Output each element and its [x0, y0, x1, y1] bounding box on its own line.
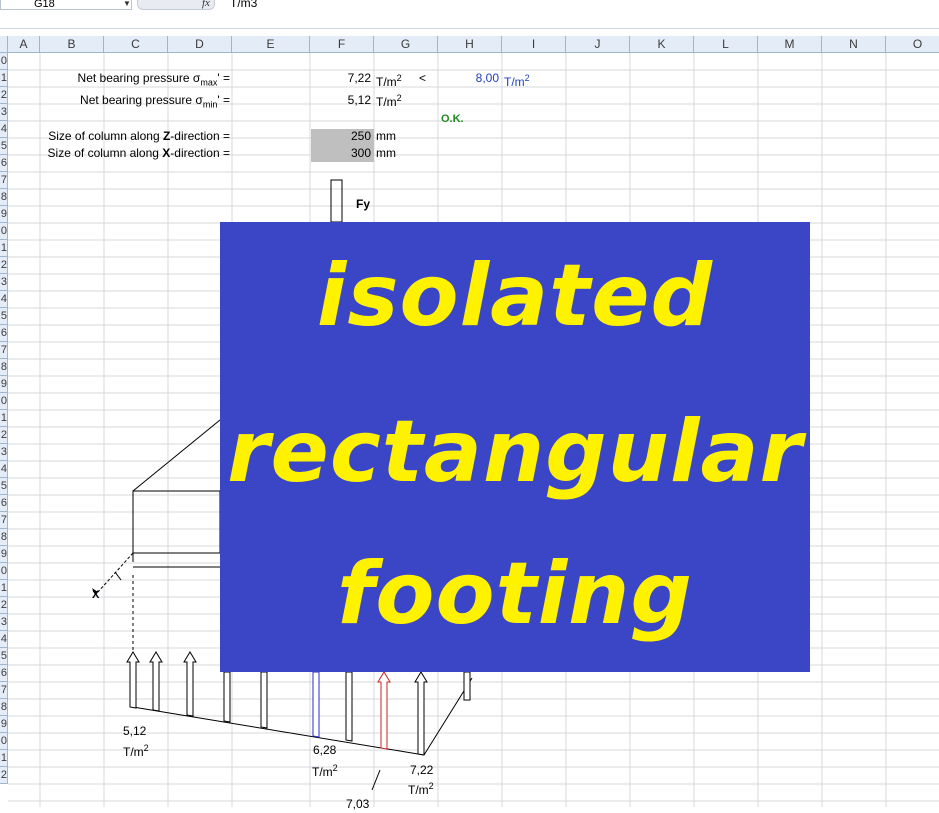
- formula-input[interactable]: T/m3: [230, 0, 257, 10]
- pressure-bottom-value: 7,03: [346, 797, 370, 811]
- row-header[interactable]: 5: [0, 138, 8, 155]
- title-line-1: isolated: [316, 246, 714, 346]
- unit-sigma-max: T/m2: [376, 73, 402, 89]
- axis-label-x: X: [92, 589, 100, 601]
- label-sigma-min: Net bearing pressure σmin' =: [80, 93, 230, 110]
- row-header[interactable]: 3: [0, 274, 8, 291]
- arrow-up-icon: [260, 671, 268, 729]
- compare-operator: <: [419, 71, 427, 85]
- row-header[interactable]: 2: [0, 87, 8, 104]
- title-line-2: rectangular: [227, 402, 803, 502]
- row-header[interactable]: 1: [0, 410, 8, 427]
- row-header[interactable]: 1: [0, 240, 8, 257]
- row-header[interactable]: 5: [0, 308, 8, 325]
- row-header[interactable]: 2: [0, 427, 8, 444]
- row-header[interactable]: 7: [0, 512, 8, 529]
- row-header[interactable]: 4: [0, 631, 8, 648]
- row-header[interactable]: 8: [0, 529, 8, 546]
- row-header[interactable]: 4: [0, 461, 8, 478]
- column-x-input[interactable]: 300: [311, 145, 371, 162]
- value-sigma-min[interactable]: 5,12: [311, 92, 371, 109]
- row-header[interactable]: 9: [0, 546, 8, 563]
- row-header[interactable]: 7: [0, 342, 8, 359]
- value-sigma-max[interactable]: 7,22: [311, 70, 371, 87]
- row-header[interactable]: 2: [0, 767, 8, 784]
- row-header[interactable]: 8: [0, 699, 8, 716]
- load-label-fy: Fy: [356, 197, 371, 211]
- arrow-up-icon: [183, 651, 197, 717]
- arrow-up-icon: [223, 671, 231, 723]
- label-column-x: Size of column along X-direction =: [47, 146, 230, 160]
- arrow-up-icon: [377, 671, 391, 750]
- row-header[interactable]: 9: [0, 206, 8, 223]
- row-header[interactable]: 6: [0, 155, 8, 172]
- row-header[interactable]: 3: [0, 104, 8, 121]
- unit-sigma-min: T/m2: [376, 93, 402, 109]
- row-header[interactable]: 8: [0, 189, 8, 206]
- label-column-z: Size of column along Z-direction =: [48, 129, 230, 143]
- row-header[interactable]: 4: [0, 291, 8, 308]
- row-header[interactable]: 0: [0, 393, 8, 410]
- column-stub: [330, 179, 343, 223]
- fx-icon[interactable]: fx: [202, 0, 210, 9]
- row-header[interactable]: 6: [0, 665, 8, 682]
- footing-block: [132, 490, 221, 554]
- title-banner: isolated rectangular footing: [220, 222, 810, 672]
- row-header[interactable]: 1: [0, 580, 8, 597]
- row-header[interactable]: 7: [0, 172, 8, 189]
- row-header[interactable]: 5: [0, 648, 8, 665]
- row-header[interactable]: 6: [0, 495, 8, 512]
- pressure-right-unit: T/m2: [408, 781, 434, 797]
- pressure-left-unit: T/m2: [123, 743, 149, 759]
- chevron-down-icon[interactable]: ▼: [123, 0, 131, 8]
- column-x-unit: mm: [376, 146, 396, 160]
- row-header[interactable]: 4: [0, 121, 8, 138]
- status-badge: O.K.: [441, 113, 464, 125]
- row-header[interactable]: 2: [0, 257, 8, 274]
- row-header[interactable]: 5: [0, 478, 8, 495]
- label-sigma-max: Net bearing pressure σmax' =: [77, 71, 230, 88]
- pressure-right-value: 7,22: [410, 763, 434, 777]
- row-header[interactable]: 0: [0, 733, 8, 750]
- allowable-pressure-unit: T/m2: [504, 73, 530, 89]
- row-header[interactable]: 0: [0, 563, 8, 580]
- pressure-baseline: [132, 706, 425, 756]
- arrow-up-icon: [312, 671, 320, 738]
- row-header[interactable]: 3: [0, 614, 8, 631]
- row-header[interactable]: 0: [0, 223, 8, 240]
- allowable-pressure-value[interactable]: 8,00: [440, 70, 499, 87]
- pressure-mid-unit: T/m2: [312, 763, 338, 779]
- row-header[interactable]: 1: [0, 70, 8, 87]
- row-header[interactable]: 8: [0, 359, 8, 376]
- formula-bar: G18 ▼ fx T/m3: [0, 0, 939, 29]
- row-header[interactable]: 1: [0, 750, 8, 767]
- row-header[interactable]: 6: [0, 325, 8, 342]
- arrow-up-icon: [414, 671, 428, 756]
- pressure-mid-value: 6,28: [313, 743, 337, 757]
- arrow-up-icon: [345, 671, 353, 742]
- name-box[interactable]: G18: [0, 0, 132, 10]
- row-header[interactable]: 2: [0, 597, 8, 614]
- title-line-3: footing: [337, 544, 693, 644]
- column-z-input[interactable]: 250: [311, 128, 371, 145]
- footing-edge-top: [132, 419, 221, 492]
- row-header[interactable]: 7: [0, 682, 8, 699]
- row-header[interactable]: 0: [0, 53, 8, 70]
- row-header[interactable]: 3: [0, 444, 8, 461]
- pressure-left-value: 5,12: [123, 724, 147, 738]
- row-header[interactable]: 9: [0, 716, 8, 733]
- column-z-unit: mm: [376, 129, 396, 143]
- arrow-up-icon: [126, 651, 140, 709]
- arrow-up-icon: [463, 671, 471, 701]
- row-header[interactable]: 9: [0, 376, 8, 393]
